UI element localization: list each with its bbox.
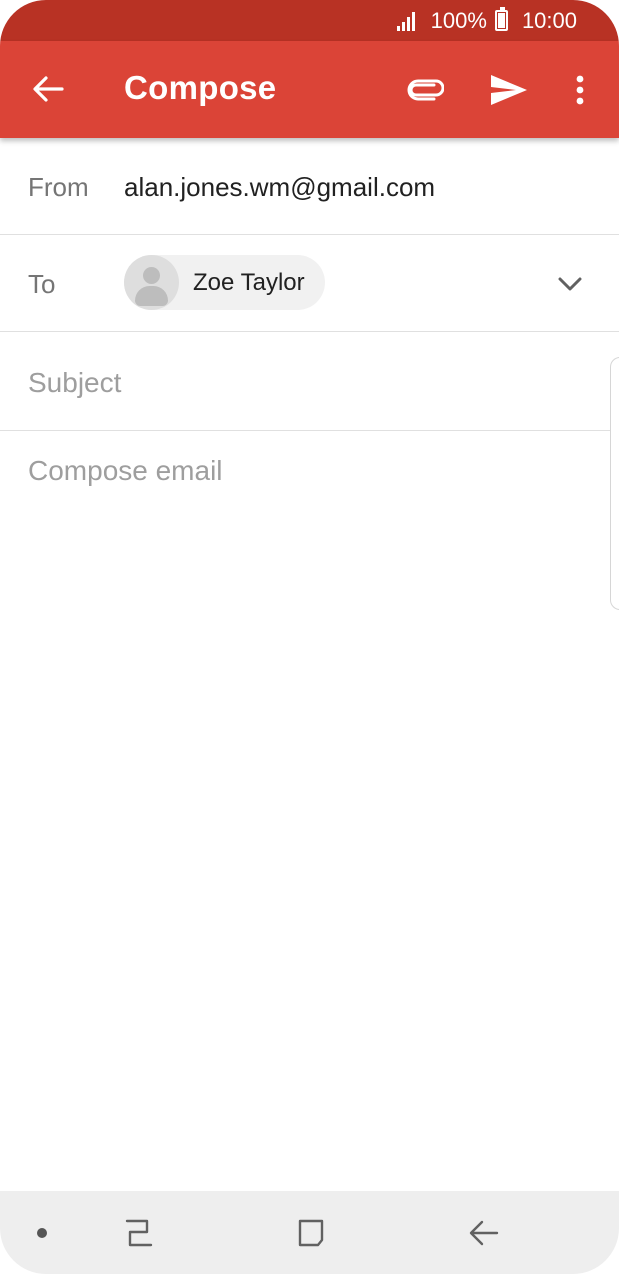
- battery-icon: [494, 7, 514, 31]
- to-row: To Zoe Taylor: [0, 235, 619, 332]
- to-label: To: [28, 269, 56, 299]
- compose-body-input[interactable]: [28, 455, 588, 1155]
- battery-percent: 100%: [430, 7, 487, 33]
- app-bar: Compose: [0, 41, 619, 138]
- attach-icon[interactable]: [400, 65, 450, 115]
- chevron-down-icon[interactable]: [552, 267, 588, 301]
- from-account[interactable]: alan.jones.wm@gmail.com: [124, 172, 435, 203]
- recipient-chip[interactable]: Zoe Taylor: [124, 255, 325, 310]
- recipient-name: Zoe Taylor: [193, 268, 305, 296]
- send-icon[interactable]: [484, 65, 534, 115]
- subject-input[interactable]: [28, 362, 588, 404]
- status-bar: 100% 10:00: [0, 0, 619, 41]
- navigation-bar: [0, 1191, 619, 1274]
- recent-apps-icon[interactable]: [116, 1213, 160, 1253]
- dot-icon[interactable]: [20, 1213, 64, 1253]
- clock: 10:00: [521, 7, 577, 33]
- more-vert-icon[interactable]: [560, 65, 600, 115]
- phone-screen: 100% 10:00 Compose From alan.jones.wm@gm…: [0, 0, 619, 1274]
- subject-row: [0, 332, 619, 431]
- person-avatar-icon: [124, 255, 179, 310]
- back-arrow-icon[interactable]: [26, 67, 70, 111]
- signal-icon: [396, 11, 423, 31]
- page-title: Compose: [124, 69, 277, 106]
- back-icon[interactable]: [462, 1213, 506, 1253]
- home-icon[interactable]: [289, 1213, 333, 1253]
- from-label: From: [28, 172, 89, 202]
- from-row: From alan.jones.wm@gmail.com: [0, 138, 619, 235]
- edge-panel-handle[interactable]: [610, 357, 619, 610]
